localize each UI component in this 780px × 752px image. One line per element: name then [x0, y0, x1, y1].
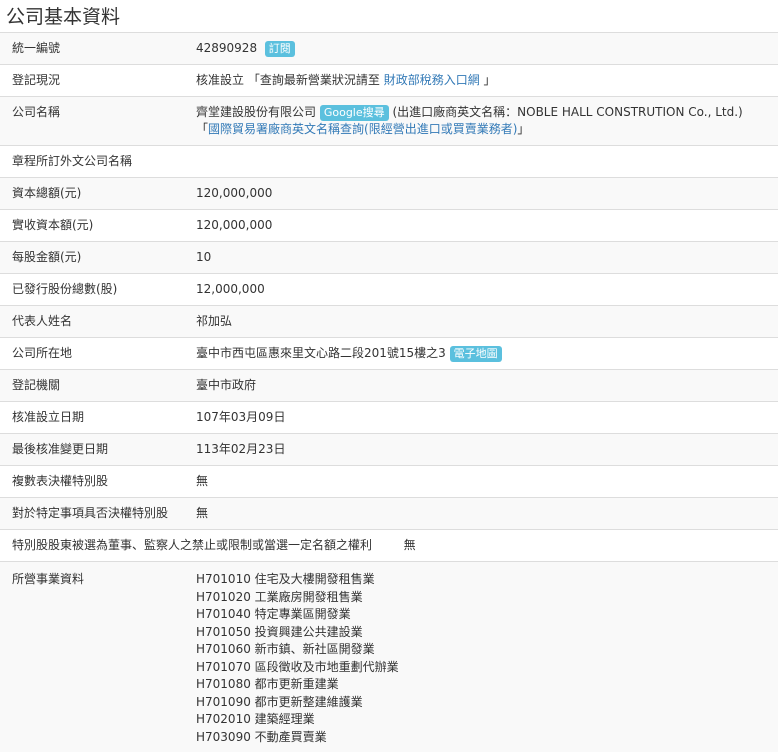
label-paid-in-capital: 實收資本額(元) [12, 210, 190, 234]
label-address: 公司所在地 [12, 338, 190, 362]
label-authority: 登記機關 [12, 370, 190, 394]
label-registration-status: 登記現況 [12, 65, 190, 89]
business-item: H703090 不動產買賣業 [196, 729, 770, 747]
business-item: H701080 都市更新重建業 [196, 676, 770, 694]
row-special-share-rights: 特別股股東被選為董事、監察人之禁止或限制或當選一定名額之權利 無 [0, 530, 778, 562]
row-foreign-name: 章程所訂外文公司名稱 [0, 146, 778, 178]
row-last-change-date: 最後核准變更日期 113年02月23日 [0, 434, 778, 466]
representative-value: 祁加弘 [196, 306, 770, 330]
business-item: H701040 特定專業區開發業 [196, 606, 770, 624]
business-item: H701060 新市鎮、新社區開發業 [196, 641, 770, 659]
status-quote-close: 」 [484, 73, 496, 87]
business-item: H701020 工業廠房開發租售業 [196, 589, 770, 607]
capital-total-value: 120,000,000 [196, 178, 770, 202]
google-search-button[interactable]: Google搜尋 [320, 105, 389, 121]
business-item: H701070 區段徵收及市地重劃代辦業 [196, 659, 770, 677]
label-last-change-date: 最後核准變更日期 [12, 434, 190, 458]
business-items-list: H701010 住宅及大樓開發租售業 H701020 工業廠房開發租售業 H70… [196, 562, 770, 746]
last-change-date-value: 113年02月23日 [196, 434, 770, 458]
foreign-name-value [196, 146, 770, 153]
label-company-name: 公司名稱 [12, 97, 190, 121]
par-value-value: 10 [196, 242, 770, 266]
trade-quote-open: 「 [196, 122, 208, 136]
veto-shares-value: 無 [196, 498, 770, 522]
business-item: H701090 都市更新整建維護業 [196, 694, 770, 712]
unified-number-value: 42890928 [196, 41, 257, 55]
address-value: 臺中市西屯區惠來里文心路二段201號15樓之3 [196, 346, 446, 360]
business-item: H702010 建築經理業 [196, 711, 770, 729]
special-share-rights-value: 無 [404, 538, 416, 552]
row-business-items: 所營事業資料 H701010 住宅及大樓開發租售業 H701020 工業廠房開發… [0, 562, 778, 752]
multi-vote-shares-value: 無 [196, 466, 770, 490]
page-title: 公司基本資料 [0, 0, 780, 32]
registration-status-value: 核准設立 [196, 73, 244, 87]
label-business-items: 所營事業資料 [12, 562, 190, 588]
subscribe-button[interactable]: 訂閱 [265, 41, 295, 57]
approval-date-value: 107年03月09日 [196, 402, 770, 426]
label-multi-vote-shares: 複數表決權特別股 [12, 466, 190, 490]
paid-in-capital-value: 120,000,000 [196, 210, 770, 234]
business-item: H701050 投資興建公共建設業 [196, 624, 770, 642]
label-approval-date: 核准設立日期 [12, 402, 190, 426]
label-veto-shares: 對於特定事項具否決權特別股 [12, 498, 190, 522]
label-issued-shares: 已發行股份總數(股) [12, 274, 190, 298]
label-unified-number: 統一編號 [12, 33, 190, 57]
row-address: 公司所在地 臺中市西屯區惠來里文心路二段201號15樓之3 電子地圖 [0, 338, 778, 370]
label-representative: 代表人姓名 [12, 306, 190, 330]
trade-quote-close: 」 [517, 122, 529, 136]
label-foreign-name: 章程所訂外文公司名稱 [12, 146, 190, 170]
business-item: H701010 住宅及大樓開發租售業 [196, 571, 770, 589]
row-company-name: 公司名稱 齊堂建設股份有限公司 Google搜尋 (出進口廠商英文名稱：NOBL… [0, 97, 778, 146]
row-veto-shares: 對於特定事項具否決權特別股 無 [0, 498, 778, 530]
issued-shares-value: 12,000,000 [196, 274, 770, 298]
label-capital-total: 資本總額(元) [12, 178, 190, 202]
row-issued-shares: 已發行股份總數(股) 12,000,000 [0, 274, 778, 306]
map-button[interactable]: 電子地圖 [450, 346, 502, 362]
status-quote-open: 「查詢最新營業狀況請至 [248, 73, 380, 87]
row-multi-vote-shares: 複數表決權特別股 無 [0, 466, 778, 498]
authority-value: 臺中市政府 [196, 370, 770, 394]
row-par-value: 每股金額(元) 10 [0, 242, 778, 274]
company-info-table: 統一編號 42890928 訂閱 登記現況 核准設立 「查詢最新營業狀況請至 財… [0, 32, 778, 752]
label-special-share-rights: 特別股股東被選為董事、監察人之禁止或限制或當選一定名額之權利 [12, 538, 372, 552]
row-capital-total: 資本總額(元) 120,000,000 [0, 178, 778, 210]
trade-admin-link[interactable]: 國際貿易署廠商英文名稱查詢(限經營出進口或買賣業務者) [208, 122, 517, 136]
row-approval-date: 核准設立日期 107年03月09日 [0, 402, 778, 434]
row-unified-number: 統一編號 42890928 訂閱 [0, 33, 778, 65]
row-registration-status: 登記現況 核准設立 「查詢最新營業狀況請至 財政部稅務入口網 」 [0, 65, 778, 97]
english-name-text: (出進口廠商英文名稱：NOBLE HALL CONSTRUTION Co., L… [392, 105, 742, 119]
tax-portal-link[interactable]: 財政部稅務入口網 [384, 73, 480, 87]
row-representative: 代表人姓名 祁加弘 [0, 306, 778, 338]
row-paid-in-capital: 實收資本額(元) 120,000,000 [0, 210, 778, 242]
label-par-value: 每股金額(元) [12, 242, 190, 266]
company-name-value: 齊堂建設股份有限公司 [196, 105, 316, 119]
row-authority: 登記機關 臺中市政府 [0, 370, 778, 402]
